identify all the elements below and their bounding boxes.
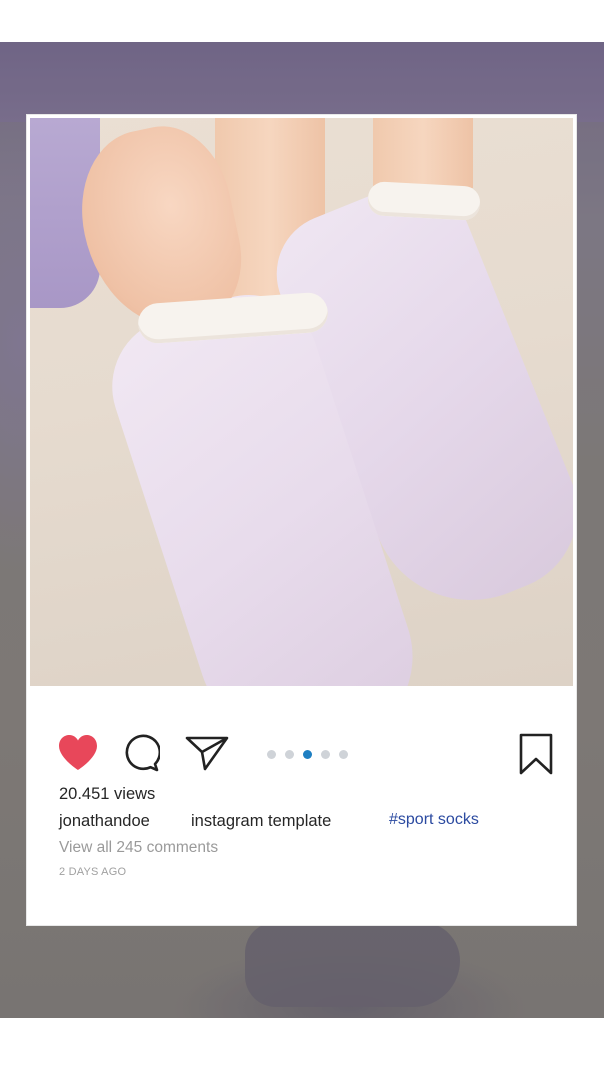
view-count[interactable]: 20.451 views bbox=[59, 785, 155, 804]
hashtag-link[interactable]: #sport socks bbox=[389, 811, 479, 829]
comment-icon[interactable] bbox=[122, 734, 160, 772]
photo-leg-right bbox=[373, 118, 473, 188]
carousel-dot[interactable] bbox=[339, 750, 348, 759]
carousel-dot[interactable] bbox=[285, 750, 294, 759]
heart-icon[interactable] bbox=[57, 734, 99, 772]
post-card: 20.451 views jonathandoe instagram templ… bbox=[27, 115, 576, 925]
action-bar bbox=[27, 733, 576, 777]
carousel-dot[interactable] bbox=[267, 750, 276, 759]
view-comments-link[interactable]: View all 245 comments bbox=[59, 839, 218, 857]
carousel-dot[interactable] bbox=[321, 750, 330, 759]
post-timestamp: 2 DAYS AGO bbox=[59, 866, 127, 878]
post-photo[interactable] bbox=[30, 118, 573, 686]
carousel-dot-active[interactable] bbox=[303, 750, 312, 759]
bookmark-icon[interactable] bbox=[517, 733, 555, 775]
photo-sock-cuff-right bbox=[367, 181, 481, 221]
post-caption: instagram template bbox=[191, 812, 332, 830]
username-link[interactable]: jonathandoe bbox=[59, 812, 150, 831]
share-icon[interactable] bbox=[185, 735, 229, 771]
